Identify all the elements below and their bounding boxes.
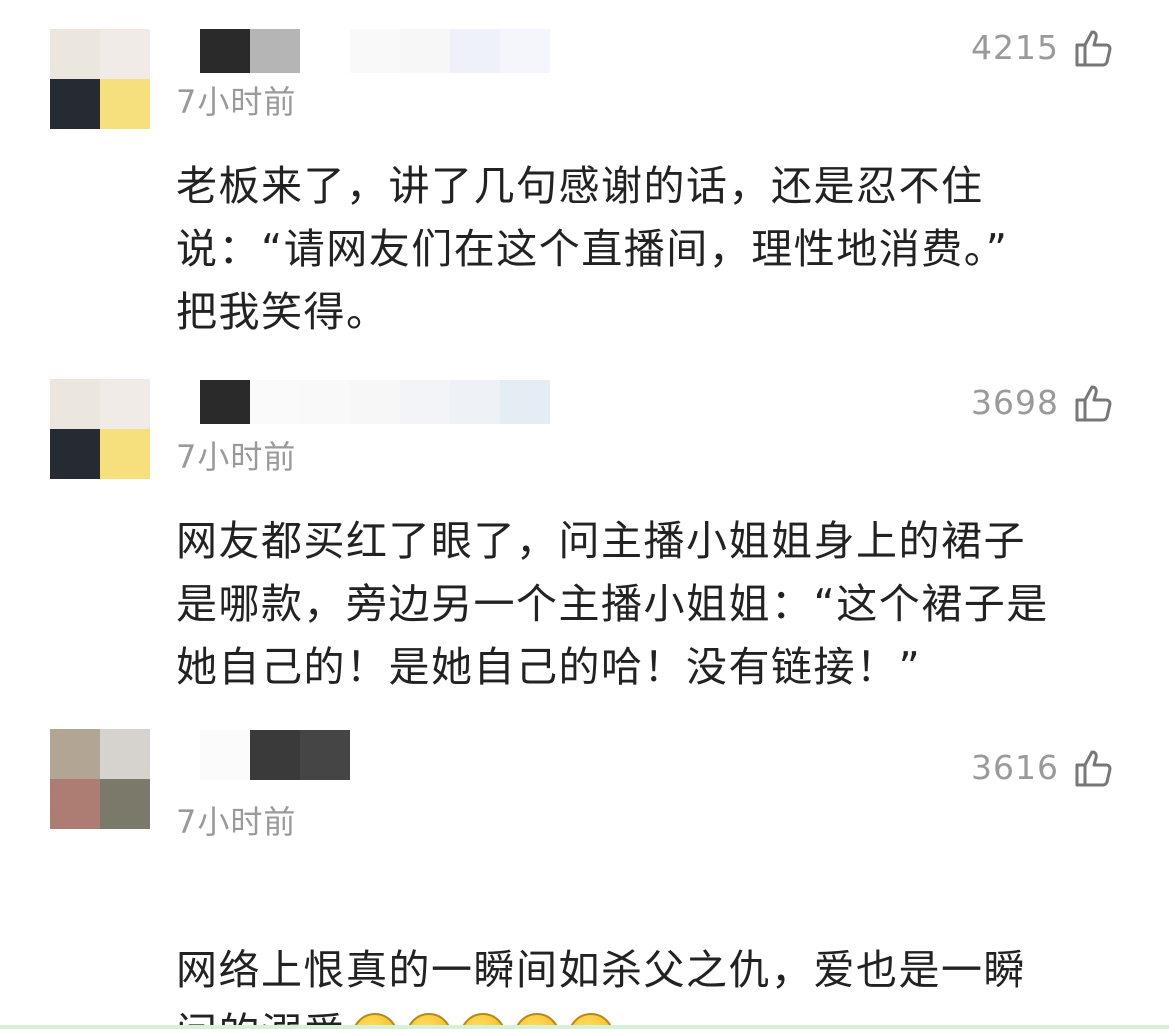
thumbs-up-icon[interactable] xyxy=(1073,748,1113,788)
like-count: 3698 xyxy=(971,383,1059,422)
avatar[interactable] xyxy=(50,729,150,829)
comment-text: 网友都买红了眼了，问主播小姐姐身上的裙子 是哪款，旁边另一个主播小姐姐：“这个裙… xyxy=(176,517,1049,691)
comment-text: 网络上恨真的一瞬间如杀父之仇，爱也是一瞬 间的溺爱 xyxy=(176,876,1126,1029)
comment-time: 7小时前 xyxy=(176,438,297,476)
avatar[interactable] xyxy=(50,379,150,479)
username-blurred[interactable] xyxy=(200,380,550,424)
username-blurred[interactable] xyxy=(200,730,350,780)
like-control[interactable]: 3616 xyxy=(971,748,1113,788)
avatar[interactable] xyxy=(50,29,150,129)
like-control[interactable]: 3698 xyxy=(971,383,1113,423)
like-control[interactable]: 4215 xyxy=(971,28,1113,68)
divider xyxy=(0,1025,1169,1029)
comment-time: 7小时前 xyxy=(176,803,297,841)
like-count: 4215 xyxy=(971,28,1059,67)
comment-item: 7小时前 3698 网友都买红了眼了，问主播小姐姐身上的裙子 是哪款，旁边另一个… xyxy=(0,350,1169,710)
like-count: 3616 xyxy=(971,748,1059,787)
comment-item: 7小时前 3616 网络上恨真的一瞬间如杀父之仇，爱也是一瞬 间的溺爱 xyxy=(0,700,1169,1029)
comment-time: 7小时前 xyxy=(176,83,297,121)
comment-item: 7小时前 4215 老板来了，讲了几句感谢的话，还是忍不住 说：“请网友们在这个… xyxy=(0,0,1169,360)
comment-text: 老板来了，讲了几句感谢的话，还是忍不住 说：“请网友们在这个直播间，理性地消费。… xyxy=(176,162,1009,336)
thumbs-up-icon[interactable] xyxy=(1073,383,1113,423)
username-blurred[interactable] xyxy=(200,29,550,73)
thumbs-up-icon[interactable] xyxy=(1073,28,1113,68)
